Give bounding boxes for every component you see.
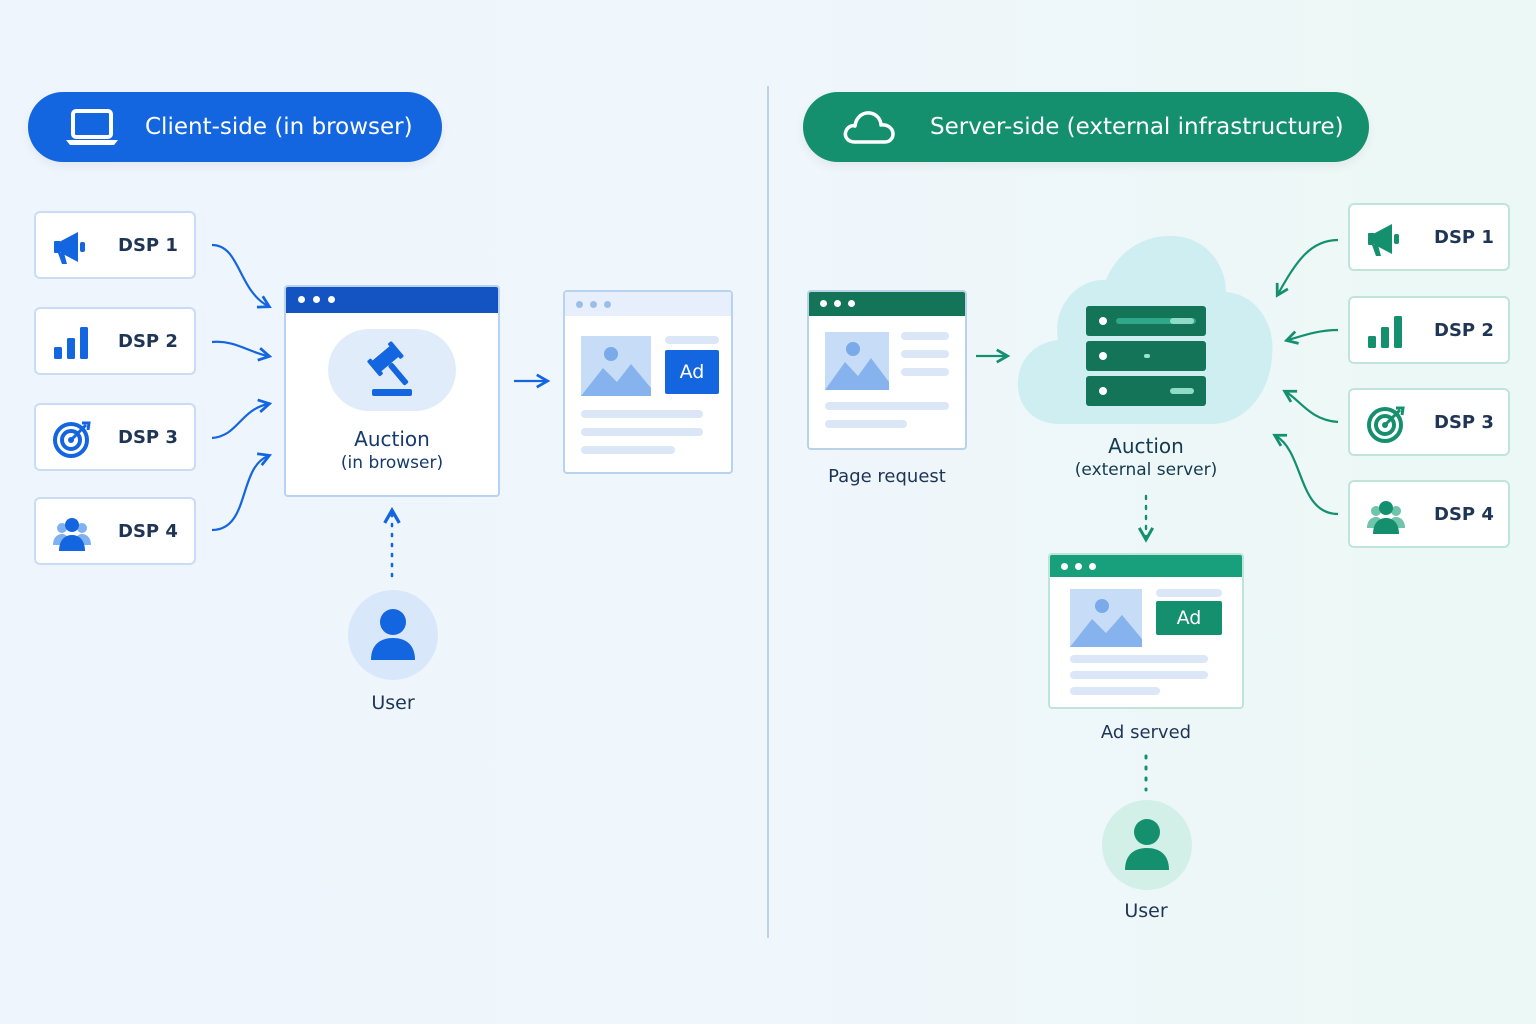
gavel-icon	[367, 341, 412, 396]
server-side-title: Server-side (external infrastructure)	[930, 114, 1344, 140]
target-icon	[1367, 406, 1405, 443]
bar-chart-icon	[54, 327, 88, 359]
server-dsp-3: DSP 3	[1348, 388, 1510, 456]
target-icon	[53, 421, 91, 458]
server-auction-title: Auction	[1108, 434, 1184, 458]
auction-subtitle: (in browser)	[340, 453, 444, 473]
client-user-label: User	[371, 692, 415, 714]
dsp-label: DSP 1	[118, 235, 178, 256]
image-placeholder-icon	[1070, 589, 1142, 647]
users-icon	[1367, 501, 1405, 534]
server-side-header: Server-side (external infrastructure)	[803, 92, 1369, 162]
server-user-avatar	[1102, 800, 1192, 890]
dsp-label: DSP 3	[118, 427, 178, 448]
client-dsp-4: DSP 4	[34, 497, 196, 565]
ad-served-label: Ad served	[1100, 722, 1192, 743]
server-icon	[1086, 306, 1206, 406]
megaphone-icon	[1368, 224, 1399, 256]
client-dsp-3: DSP 3	[34, 403, 196, 471]
megaphone-icon	[54, 232, 85, 264]
server-dsp-2: DSP 2	[1348, 296, 1510, 364]
user-icon	[1125, 819, 1169, 870]
window-titlebar	[286, 287, 498, 313]
dsp-label: DSP 3	[1434, 412, 1494, 433]
server-dsp-1: DSP 1	[1348, 203, 1510, 271]
dsp-label: DSP 2	[118, 331, 178, 352]
window-titlebar	[565, 292, 731, 316]
client-dsp-1: DSP 1	[34, 211, 196, 279]
users-icon	[53, 518, 91, 551]
dsp-label: DSP 2	[1434, 320, 1494, 341]
cloud-icon	[843, 111, 895, 144]
auction-title: Auction	[354, 427, 430, 451]
page-request-window	[807, 290, 967, 450]
client-result-window: Ad	[563, 290, 733, 474]
ad-served-window: Ad	[1048, 553, 1244, 709]
image-placeholder-icon	[825, 332, 889, 390]
server-dsp-4: DSP 4	[1348, 480, 1510, 548]
client-side-header: Client-side (in browser)	[28, 92, 442, 162]
client-auction-window: Auction (in browser)	[284, 285, 500, 497]
window-titlebar	[809, 292, 965, 316]
page-request-label: Page request	[828, 466, 946, 487]
dsp-label: DSP 4	[118, 521, 178, 542]
server-auction-subtitle: (external server)	[1074, 460, 1218, 480]
client-side-title: Client-side (in browser)	[145, 114, 413, 140]
dsp-label: DSP 1	[1434, 227, 1494, 248]
ad-slot: Ad	[665, 350, 719, 394]
laptop-icon	[66, 109, 118, 145]
section-divider	[767, 86, 769, 938]
dsp-label: DSP 4	[1434, 504, 1494, 525]
ad-slot: Ad	[1156, 601, 1222, 635]
client-dsp-2: DSP 2	[34, 307, 196, 375]
client-user-avatar	[348, 590, 438, 680]
window-titlebar	[1050, 555, 1242, 577]
image-placeholder-icon	[581, 336, 651, 396]
user-icon	[371, 609, 415, 660]
server-user-label: User	[1124, 900, 1168, 922]
bar-chart-icon	[1368, 316, 1402, 348]
